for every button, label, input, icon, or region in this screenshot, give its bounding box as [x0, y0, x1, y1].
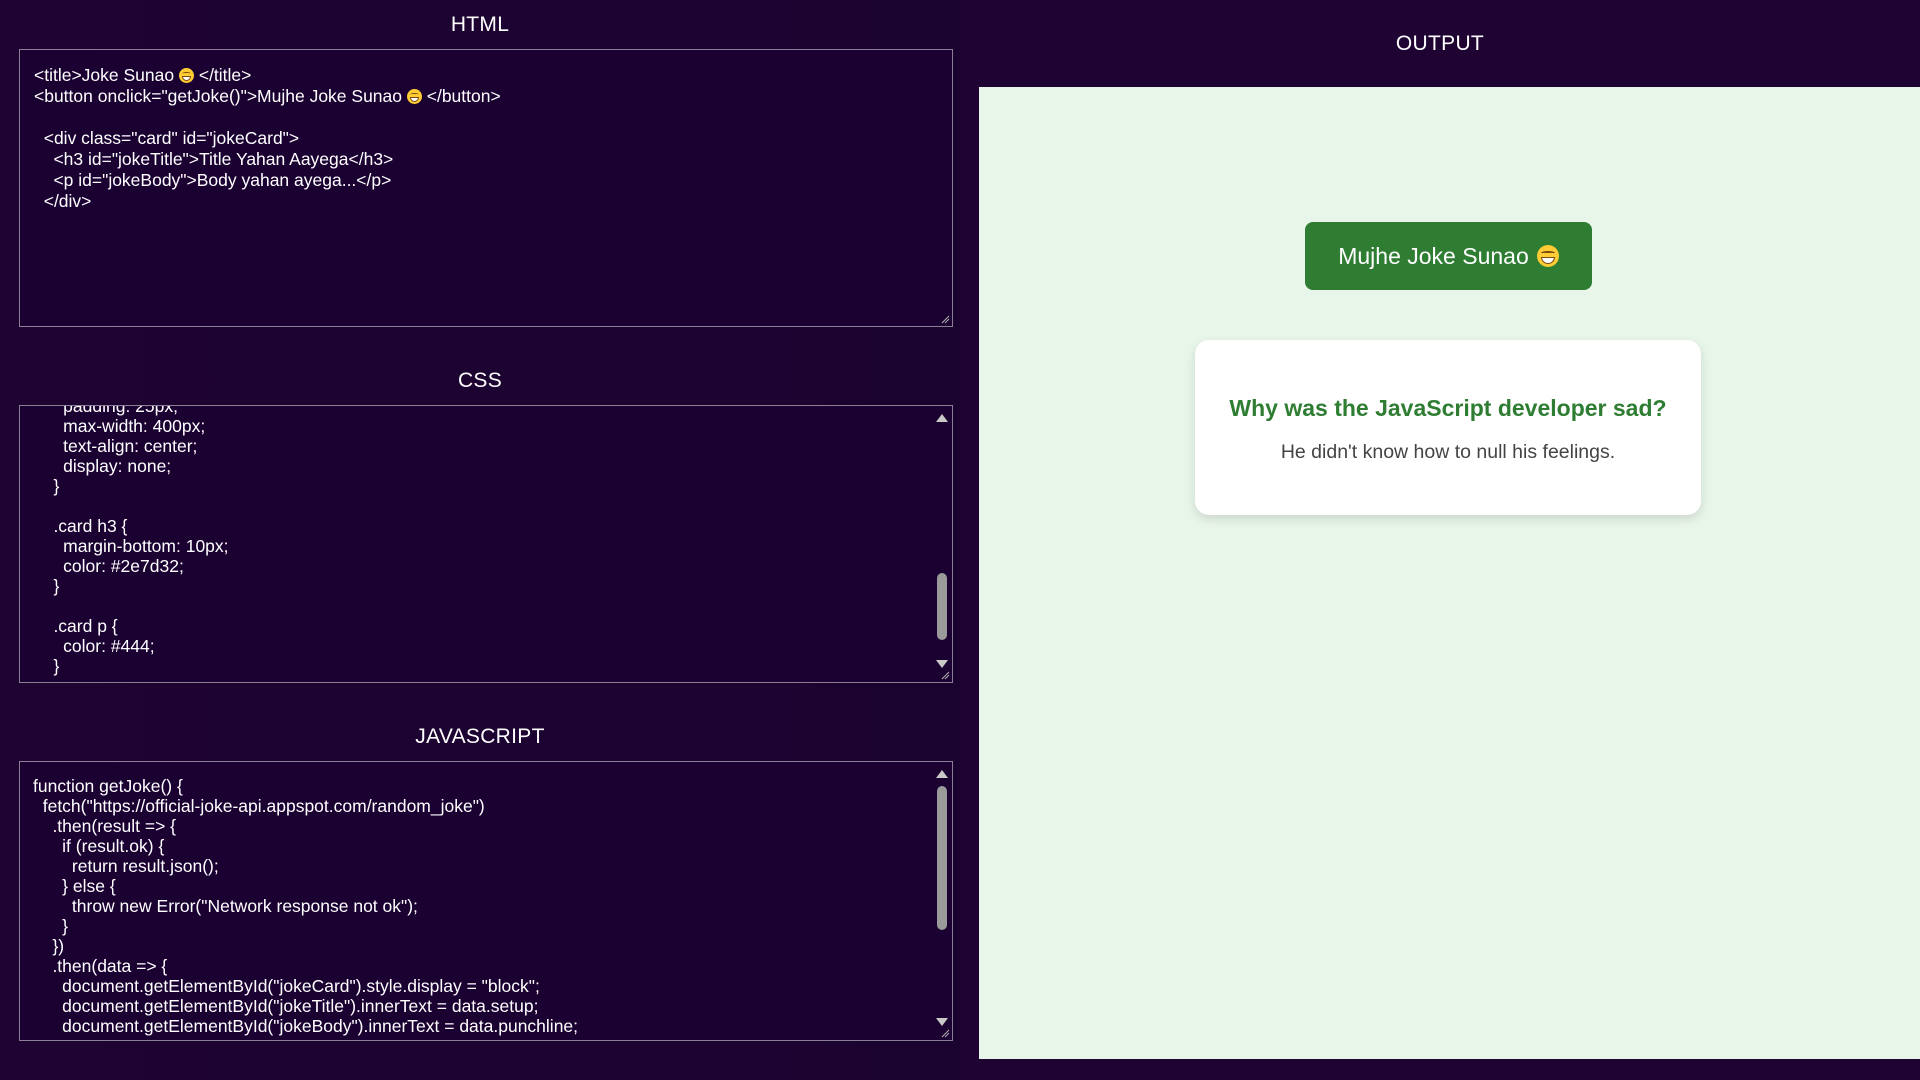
code-line[interactable]: document.getElementById("jokeTitle").inn… — [33, 996, 952, 1016]
editor-column: HTML <title>Joke Sunao </title> <button o… — [0, 0, 960, 1080]
code-line[interactable]: return result.json(); — [33, 856, 952, 876]
code-line[interactable]: max-width: 400px; — [34, 416, 952, 436]
joke-body: He didn't know how to null his feelings. — [1280, 441, 1616, 463]
output-panel-title: OUTPUT — [1395, 32, 1485, 55]
code-line[interactable]: if (result.ok) { — [33, 836, 952, 856]
js-code-text[interactable]: function getJoke() { fetch("https://offi… — [20, 762, 952, 1036]
code-line[interactable]: fetch("https://official-joke-api.appspot… — [33, 796, 952, 816]
output-preview: Mujhe Joke Sunao Why was the JavaScript … — [979, 87, 1920, 1059]
code-line[interactable]: throw new Error("Network response not ok… — [33, 896, 952, 916]
scroll-down-icon[interactable] — [936, 660, 948, 668]
tell-joke-button-label: Mujhe Joke Sunao — [1338, 242, 1529, 269]
js-panel-title: JAVASCRIPT — [415, 725, 545, 748]
resize-grip-icon[interactable] — [940, 1028, 950, 1038]
code-line[interactable]: } else { — [33, 876, 952, 896]
code-line[interactable]: document.getElementById("jokeBody").inne… — [33, 1016, 952, 1036]
code-line[interactable]: display: none; — [34, 456, 952, 476]
code-line[interactable]: document.getElementById("jokeCard").styl… — [33, 976, 952, 996]
grinning-face-icon — [406, 88, 422, 104]
tell-joke-button[interactable]: Mujhe Joke Sunao — [1305, 222, 1592, 290]
scroll-up-icon[interactable] — [936, 414, 948, 422]
code-line[interactable]: color: #444; — [34, 636, 952, 656]
code-line[interactable] — [34, 596, 952, 616]
css-panel-title: CSS — [457, 369, 503, 392]
code-line[interactable]: } — [34, 656, 952, 676]
code-line[interactable]: } — [33, 916, 952, 936]
code-line[interactable]: .then(data => { — [33, 956, 952, 976]
scroll-down-icon[interactable] — [936, 1018, 948, 1026]
code-line[interactable]: }) — [33, 936, 952, 956]
code-line[interactable]: .card h3 { — [34, 516, 952, 536]
css-code-editor[interactable]: padding: 25px; max-width: 400px; text-al… — [19, 405, 953, 683]
css-scroll-thumb[interactable] — [937, 573, 947, 640]
code-line[interactable]: margin-bottom: 10px; — [34, 536, 952, 556]
css-scrollbar[interactable] — [932, 406, 952, 682]
code-line[interactable] — [34, 107, 952, 128]
code-line[interactable] — [34, 496, 952, 516]
code-line[interactable]: <h3 id="jokeTitle">Title Yahan Aayega</h… — [34, 149, 952, 170]
code-line[interactable]: text-align: center; — [34, 436, 952, 456]
code-line[interactable]: function getJoke() { — [33, 776, 952, 796]
code-line[interactable]: <button onclick="getJoke()">Mujhe Joke S… — [34, 86, 952, 107]
joke-title: Why was the JavaScript developer sad? — [1229, 395, 1667, 421]
js-scrollbar[interactable] — [932, 762, 952, 1040]
grinning-face-icon — [1536, 245, 1559, 267]
code-line[interactable]: padding: 25px; — [34, 406, 952, 416]
code-line[interactable]: } — [34, 576, 952, 596]
html-panel-title: HTML — [450, 13, 510, 36]
grinning-face-icon — [178, 67, 194, 83]
code-line[interactable]: <title>Joke Sunao </title> — [34, 65, 952, 86]
code-line[interactable]: } — [34, 476, 952, 496]
css-code-text[interactable]: padding: 25px; max-width: 400px; text-al… — [20, 406, 952, 676]
code-line[interactable]: <p id="jokeBody">Body yahan ayega...</p> — [34, 170, 952, 191]
code-line[interactable]: </div> — [34, 191, 952, 212]
joke-card: Why was the JavaScript developer sad? He… — [1195, 340, 1701, 515]
code-line[interactable]: .then(result => { — [33, 816, 952, 836]
code-line[interactable]: color: #2e7d32; — [34, 556, 952, 576]
code-line[interactable]: .card p { — [34, 616, 952, 636]
scroll-up-icon[interactable] — [936, 770, 948, 778]
html-code-text[interactable]: <title>Joke Sunao </title> <button onclic… — [20, 50, 952, 212]
js-code-editor[interactable]: function getJoke() { fetch("https://offi… — [19, 761, 953, 1041]
resize-grip-icon[interactable] — [940, 314, 950, 324]
resize-grip-icon[interactable] — [940, 670, 950, 680]
code-line[interactable]: <div class="card" id="jokeCard"> — [34, 128, 952, 149]
html-code-editor[interactable]: <title>Joke Sunao </title> <button onclic… — [19, 49, 953, 327]
js-scroll-thumb[interactable] — [937, 786, 947, 930]
